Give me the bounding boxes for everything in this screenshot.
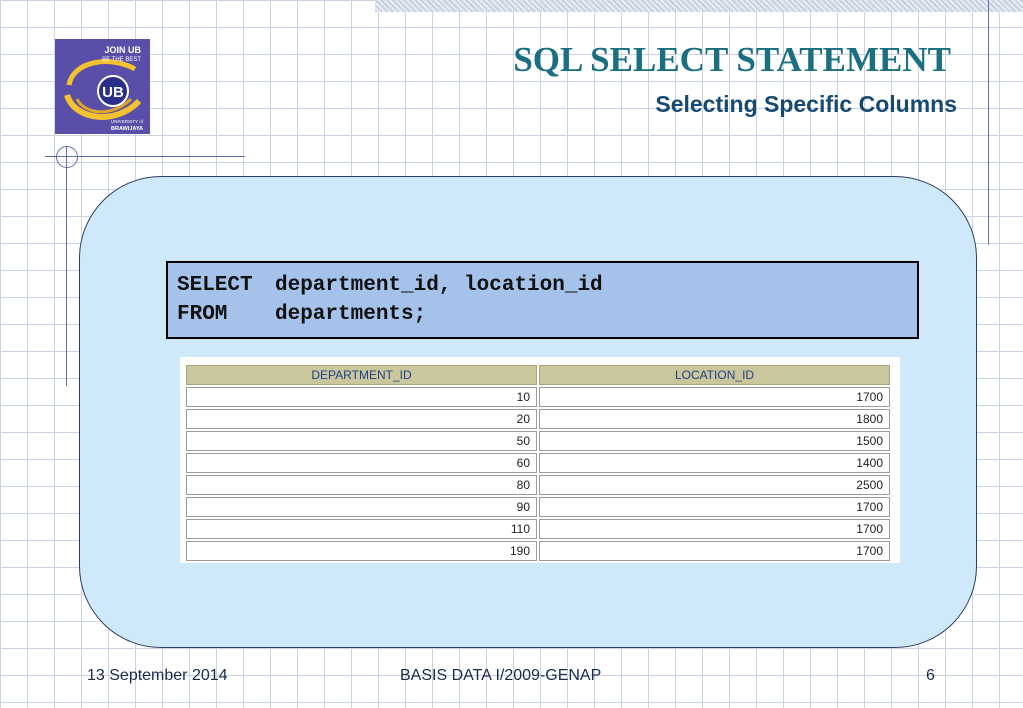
cell-department-id: 90 — [186, 497, 537, 517]
code-line-from: FROM departments; — [177, 301, 426, 329]
code-line-select: SELECT department_id, location_id — [177, 272, 603, 300]
logo-line1: JOIN UB — [104, 45, 141, 55]
table-header-row: DEPARTMENT_ID LOCATION_ID — [186, 365, 890, 385]
cell-location-id: 1700 — [539, 541, 890, 561]
table-row: 80 2500 — [186, 475, 890, 495]
code-select-columns: department_id, location_id — [275, 274, 603, 297]
cell-department-id: 110 — [186, 519, 537, 539]
cell-department-id: 20 — [186, 409, 537, 429]
cell-department-id: 10 — [186, 387, 537, 407]
cell-location-id: 1700 — [539, 519, 890, 539]
code-keyword-from: FROM — [177, 303, 228, 326]
cell-location-id: 1800 — [539, 409, 890, 429]
cell-location-id: 1500 — [539, 431, 890, 451]
cell-department-id: 190 — [186, 541, 537, 561]
decorative-vertical-line — [66, 146, 67, 386]
cell-location-id: 1400 — [539, 453, 890, 473]
logo-bottom1: UNIVERSITY of — [111, 119, 144, 124]
table-row: 20 1800 — [186, 409, 890, 429]
decorative-circle-icon — [56, 146, 78, 168]
table-row: 10 1700 — [186, 387, 890, 407]
table-row: 90 1700 — [186, 497, 890, 517]
slide-subtitle: Selecting Specific Columns — [655, 91, 957, 117]
logo-mark: UB — [102, 84, 124, 101]
code-from-table: departments; — [275, 303, 427, 326]
footer-date: 13 September 2014 — [87, 667, 228, 684]
cell-department-id: 60 — [186, 453, 537, 473]
ub-logo-icon: UB JOIN UB BE THE BEST UNIVERSITY of BRA… — [55, 39, 150, 134]
page-number: 6 — [926, 667, 935, 684]
table-row: 110 1700 — [186, 519, 890, 539]
logo-line2: BE THE BEST — [102, 57, 141, 63]
column-header-department-id: DEPARTMENT_ID — [186, 365, 537, 385]
slide-title: SQL SELECT STATEMENT — [513, 40, 951, 79]
cell-location-id: 1700 — [539, 497, 890, 517]
university-logo: UB JOIN UB BE THE BEST UNIVERSITY of BRA… — [55, 39, 150, 134]
cell-department-id: 50 — [186, 431, 537, 451]
query-result: DEPARTMENT_ID LOCATION_ID 10 1700 20 180… — [180, 357, 900, 563]
column-header-location-id: LOCATION_ID — [539, 365, 890, 385]
cell-department-id: 80 — [186, 475, 537, 495]
table-row: 50 1500 — [186, 431, 890, 451]
logo-bottom2: BRAWIJAYA — [111, 126, 143, 132]
top-decorative-band — [375, 0, 1023, 12]
code-keyword-select: SELECT — [177, 274, 253, 297]
result-table: DEPARTMENT_ID LOCATION_ID 10 1700 20 180… — [184, 363, 892, 563]
table-row: 190 1700 — [186, 541, 890, 561]
cell-location-id: 1700 — [539, 387, 890, 407]
sql-code-box: SELECT department_id, location_id FROM dep… — [166, 261, 919, 339]
decorative-right-line — [988, 0, 989, 245]
table-row: 60 1400 — [186, 453, 890, 473]
footer-course: BASIS DATA I/2009-GENAP — [400, 667, 602, 684]
cell-location-id: 2500 — [539, 475, 890, 495]
